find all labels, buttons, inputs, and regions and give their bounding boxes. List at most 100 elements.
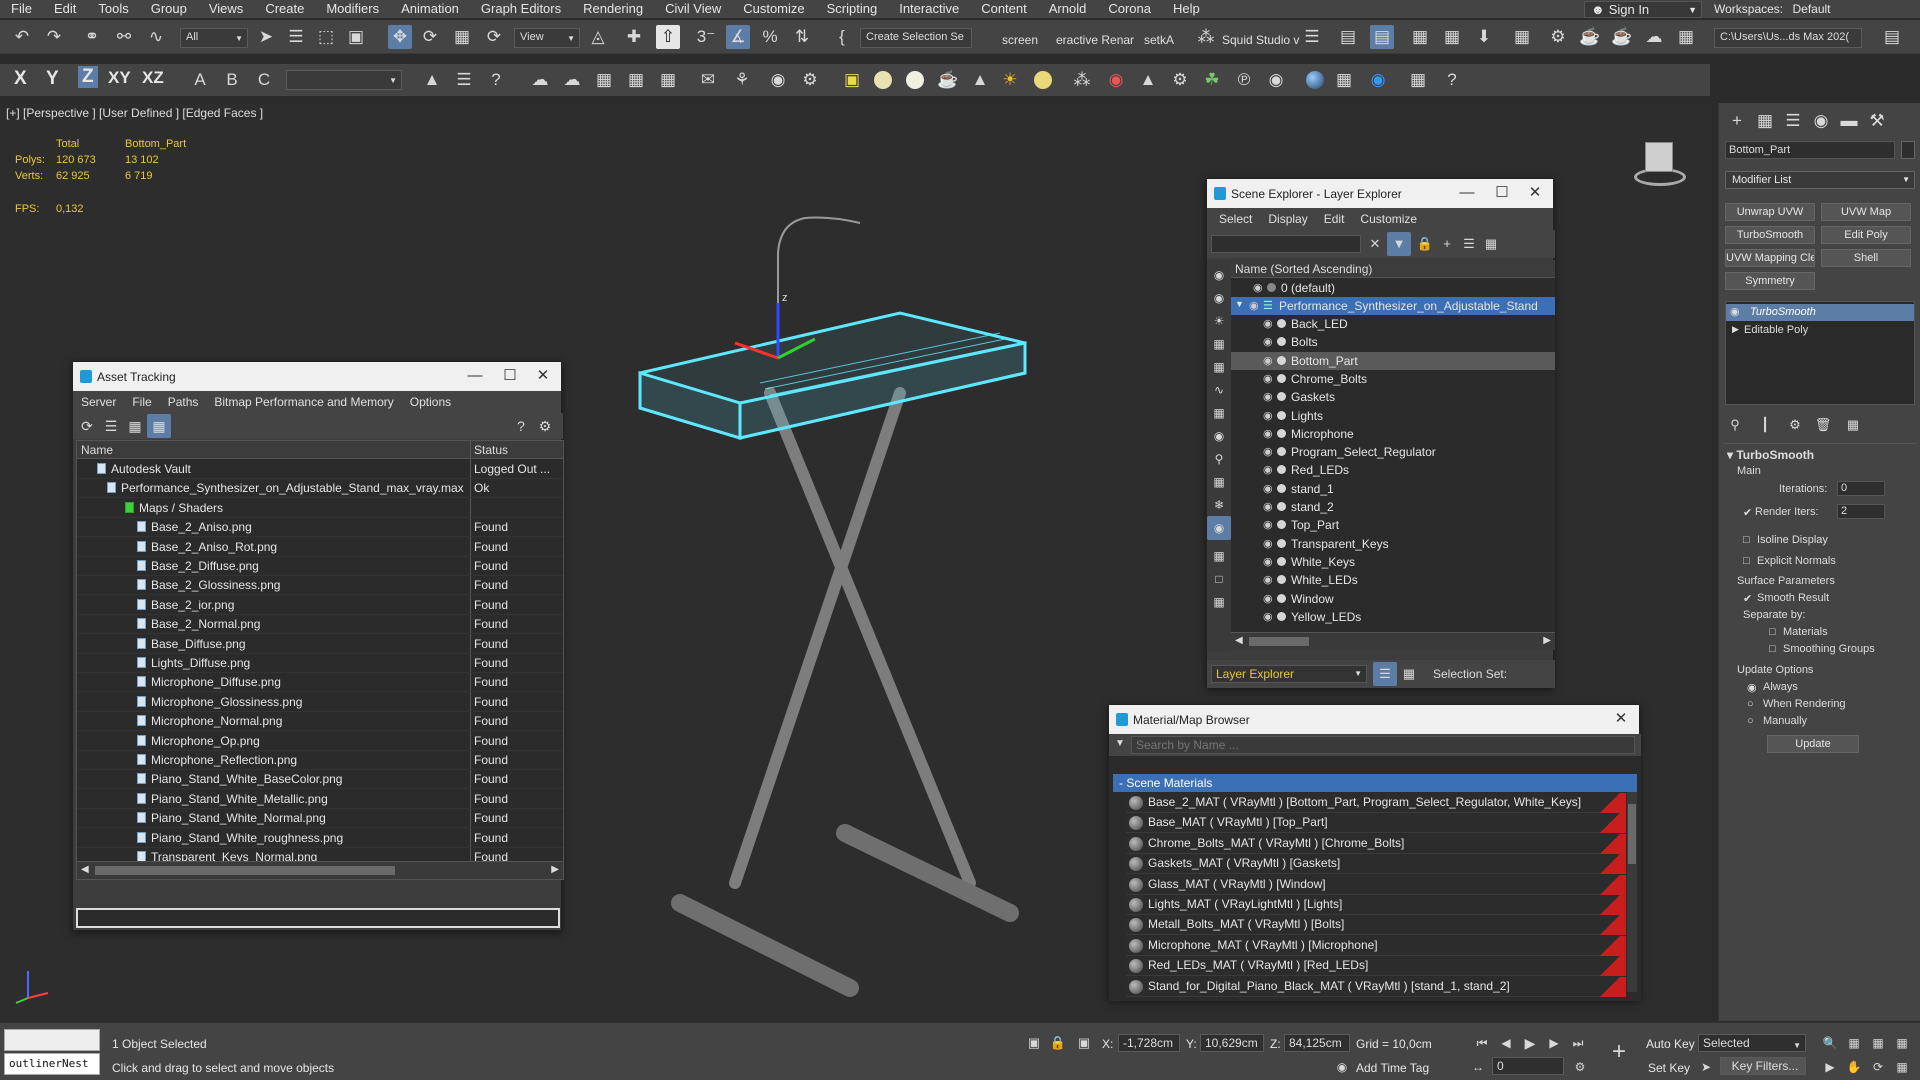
display-spacewarps-icon[interactable]: ∿	[1207, 378, 1231, 402]
scroll-left-icon[interactable]: ◀	[81, 864, 89, 875]
eye-icon[interactable]: ◉	[1263, 355, 1275, 367]
next-frame-icon[interactable]: ▶	[1542, 1031, 1566, 1055]
display-containers-icon[interactable]: ▦	[1207, 470, 1231, 494]
render-production-icon[interactable]: ☕	[1578, 25, 1602, 49]
always-radio[interactable]: ◉	[1747, 681, 1757, 694]
material-item[interactable]: Stand_for_Digital_Piano_Black_MAT ( VRay…	[1126, 976, 1626, 997]
layer-child-item[interactable]: ◉ Bottom_Part	[1231, 351, 1555, 370]
maximize-viewport-icon[interactable]: ▦	[1890, 1055, 1914, 1079]
selection-lock-icon[interactable]: 🔒	[1046, 1031, 1070, 1055]
menu-display[interactable]: Display	[1260, 212, 1315, 226]
menu-animation[interactable]: Animation	[390, 0, 470, 18]
render-dot-icon[interactable]	[1277, 410, 1286, 420]
scene-explorer-icon[interactable]: ☰	[1300, 25, 1324, 49]
menu-help[interactable]: Help	[1162, 0, 1211, 18]
display-bones-icon[interactable]: ⚲	[1207, 447, 1231, 471]
display-none-icon[interactable]: ◉	[1207, 263, 1231, 287]
link-icon[interactable]: ⚭	[80, 25, 104, 49]
curve-editor-icon[interactable]: ▦	[1408, 25, 1432, 49]
display-frozen-icon[interactable]: ❄	[1207, 493, 1231, 517]
eye-icon[interactable]: ◉	[1263, 428, 1275, 440]
close-icon[interactable]: ✕	[1519, 182, 1551, 204]
play-icon[interactable]: ▶	[1518, 1031, 1542, 1055]
pan-icon[interactable]: ✋	[1842, 1055, 1866, 1079]
eye-icon[interactable]: ◉	[1263, 593, 1275, 605]
plant-icon[interactable]: ☘	[1200, 68, 1224, 92]
smooth-result-checkbox[interactable]: ✔	[1743, 592, 1752, 605]
table-view-icon[interactable]: ▦	[147, 414, 171, 438]
filter-icon[interactable]: ▼	[1387, 232, 1411, 256]
key-mode-icon[interactable]: ↔	[1466, 1055, 1490, 1079]
z-coord-field[interactable]: 84,125cm	[1284, 1034, 1350, 1052]
maxscript-input-field[interactable]: outlinerNest	[4, 1053, 100, 1075]
menu-file[interactable]: File	[0, 0, 43, 18]
menu-select[interactable]: Select	[1211, 212, 1260, 226]
render-iterative-icon[interactable]: ☕	[1610, 25, 1634, 49]
turbosmooth-rollout-title[interactable]: ▾ TurboSmooth	[1727, 448, 1814, 462]
scroll-right-icon[interactable]: ▶	[551, 864, 559, 875]
remove-modifier-icon[interactable]: 🗑	[1811, 413, 1835, 437]
time-tag-icon[interactable]: ◉	[1330, 1055, 1354, 1079]
eye-icon[interactable]: ◉	[1263, 464, 1275, 476]
lock-icon[interactable]: 🔒	[1413, 232, 1437, 256]
options-arrow-icon[interactable]: ▼	[1115, 738, 1125, 749]
project-path-dropdown[interactable]: C:\Users\Us...ds Max 202(	[1714, 28, 1862, 48]
menu-customize[interactable]: Customize	[1352, 212, 1425, 226]
stack-item-editable-poly[interactable]: ▶ Editable Poly	[1726, 322, 1914, 339]
keyboard-shortcut-override-icon[interactable]: ⇧	[656, 25, 680, 49]
time-config-icon[interactable]: ⚙	[1568, 1055, 1592, 1079]
layer-tree-header[interactable]: Name (Sorted Ascending)	[1231, 260, 1555, 278]
axis-x-button[interactable]: X	[14, 68, 27, 90]
display-cameras-icon[interactable]: ▦	[1207, 332, 1231, 356]
eye-icon[interactable]: ◉	[1263, 501, 1275, 513]
material-list-vscroll[interactable]	[1627, 792, 1637, 992]
material-item[interactable]: Glass_MAT ( VRayMtl ) [Window]	[1126, 874, 1626, 895]
show-end-result-icon[interactable]: ┃	[1753, 413, 1777, 437]
cloud-icon[interactable]: ☁	[528, 68, 552, 92]
eye-icon[interactable]: ◉	[1263, 483, 1275, 495]
asset-row[interactable]: Microphone_Normal.png Found	[77, 712, 563, 732]
layer-child-item[interactable]: ◉ Microphone	[1231, 425, 1555, 443]
y-coord-field[interactable]: 10,629cm	[1200, 1034, 1264, 1052]
menu-edit[interactable]: Edit	[1316, 212, 1353, 226]
chat-icon[interactable]: ✉	[696, 68, 720, 92]
material-item[interactable]: Lights_MAT ( VRayLightMtl ) [Lights]	[1126, 895, 1626, 915]
render-dot-icon[interactable]	[1277, 520, 1286, 530]
spinner-snap-icon[interactable]: ⇅	[790, 25, 814, 49]
workspace-selector[interactable]: Workspaces: Default	[1714, 2, 1831, 16]
select-and-move-icon[interactable]: ✥	[388, 25, 412, 49]
window-crossing-icon[interactable]: ▣	[344, 25, 368, 49]
menu-corona[interactable]: Corona	[1097, 0, 1162, 18]
material-browser-titlebar[interactable]: Material/Map Browser ✕	[1109, 705, 1639, 734]
menu-edit[interactable]: Edit	[43, 0, 87, 18]
sign-in-dropdown[interactable]: ☻ Sign In ▼	[1584, 1, 1702, 18]
maximize-icon[interactable]: ☐	[494, 365, 526, 387]
render-dot-icon[interactable]	[1277, 447, 1286, 457]
angle-snap-icon[interactable]: ∡	[726, 25, 750, 49]
toolbar2-dropdown[interactable]: ▼	[286, 70, 402, 90]
asset-row[interactable]: Base_2_Glossiness.png Found	[77, 576, 563, 596]
select-and-scale-icon[interactable]: ▦	[450, 25, 474, 49]
material-search-input[interactable]	[1131, 736, 1635, 754]
layer-child-item[interactable]: ◉ stand_2	[1231, 498, 1555, 516]
synthesizer-model[interactable]: z	[600, 143, 1100, 1021]
render-dot-icon[interactable]	[1277, 611, 1286, 621]
list-icon[interactable]: ☰	[452, 68, 476, 92]
layer-child-item[interactable]: ◉ Yellow_LEDs	[1231, 608, 1555, 626]
smoothing-groups-checkbox[interactable]: □	[1769, 643, 1776, 655]
render-iters-checkbox[interactable]: ✔	[1743, 506, 1752, 519]
explicit-normals-checkbox[interactable]: □	[1743, 555, 1750, 567]
layer-default[interactable]: ◉ 0 (default)	[1231, 279, 1555, 297]
pot-icon[interactable]: ☕	[936, 68, 960, 92]
material-item[interactable]: Gaskets_MAT ( VRayMtl ) [Gaskets]	[1126, 854, 1626, 875]
layer-child-item[interactable]: ◉ White_Keys	[1231, 553, 1555, 571]
asset-row[interactable]: Base_Diffuse.png Found	[77, 635, 563, 654]
x-coord-field[interactable]: -1,728cm	[1118, 1034, 1180, 1052]
display-lights-icon[interactable]: ☀	[1207, 309, 1231, 333]
vray-icon[interactable]: ◉	[1366, 68, 1390, 92]
close-icon[interactable]: ✕	[1605, 708, 1637, 730]
sphere-icon[interactable]	[906, 71, 924, 89]
refresh-icon[interactable]: ⟳	[75, 414, 99, 438]
asset-path-field[interactable]	[76, 908, 560, 928]
thumbnail-view-icon[interactable]: ▦	[123, 414, 147, 438]
